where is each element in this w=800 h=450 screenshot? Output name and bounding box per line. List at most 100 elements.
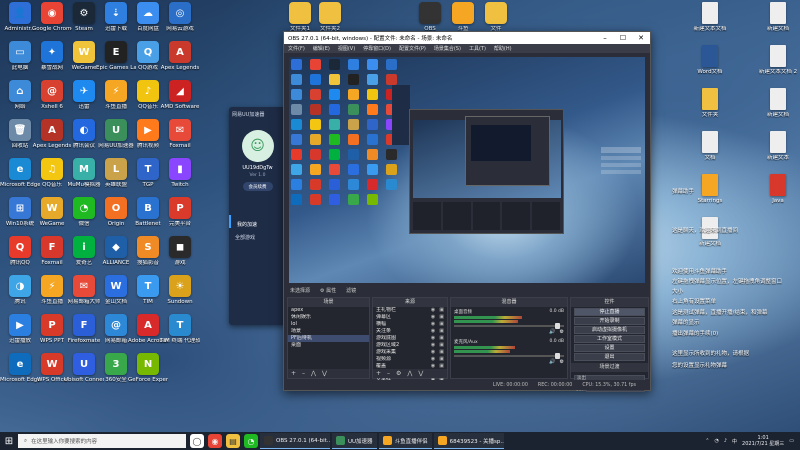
source-item[interactable]: 游戏区域2 ◉ ▣ [373, 342, 447, 349]
menu-item[interactable]: 文件(F) [288, 45, 305, 52]
add-source-icon[interactable]: + [376, 370, 381, 377]
desktop-icon[interactable]: 文档 [690, 131, 730, 162]
volume-slider[interactable] [454, 323, 564, 329]
wechat-icon[interactable]: ◔ [244, 434, 258, 448]
speaker-icon[interactable]: 🔊 [549, 359, 555, 365]
control-button[interactable]: 停止直播 [574, 308, 645, 316]
clock[interactable]: 1:01 2021/7/21 星期三 [742, 435, 784, 447]
obs-preview[interactable] [289, 57, 645, 283]
visibility-eye-icon[interactable]: ◉ [431, 356, 435, 363]
desktop-icon[interactable]: 文件 [476, 2, 516, 33]
source-item[interactable]: 弹幕区 ◉ ▣ [373, 314, 447, 321]
file-explorer-icon[interactable]: ▤ [226, 434, 240, 448]
gear-icon[interactable]: ⚙ [560, 359, 564, 365]
scene-item[interactable]: 休闲娱乐 [288, 314, 369, 321]
gear-icon[interactable]: ⚙ [560, 329, 564, 335]
uu-renew-button[interactable]: 会员续费 [242, 182, 273, 191]
lock-icon[interactable]: ▣ [439, 328, 444, 335]
visibility-eye-icon[interactable]: ◉ [431, 321, 435, 328]
volume-slider[interactable] [454, 353, 564, 359]
network-icon[interactable]: ◔ [714, 438, 718, 444]
desktop-icon[interactable]: ✉ Foxmail [160, 119, 200, 150]
visibility-eye-icon[interactable]: ◉ [431, 342, 435, 349]
desktop-icon[interactable]: Starrings [690, 174, 730, 205]
add-scene-icon[interactable]: + [291, 370, 296, 377]
chrome-icon[interactable]: ◉ [208, 434, 222, 448]
obs-window[interactable]: OBS 27.0.1 (64-bit, windows) - 配置文件: 未命名… [283, 31, 651, 392]
uu-nav-all-games[interactable]: 全部游戏 [229, 228, 286, 241]
volume-icon[interactable]: ♪ [724, 438, 727, 444]
taskbar-app[interactable]: 68439523 - 关播sp... [433, 433, 504, 449]
menu-item[interactable]: 场景集合(S) [434, 45, 461, 52]
menu-item[interactable]: 停靠窗口(D) [363, 45, 391, 52]
maximize-icon[interactable]: ☐ [614, 34, 632, 42]
lock-icon[interactable]: ▣ [439, 356, 444, 363]
scene-item[interactable]: PF后待机 [288, 335, 369, 342]
move-up-icon[interactable]: ⋀ [407, 370, 412, 377]
lock-icon[interactable]: ▣ [439, 335, 444, 342]
properties-button[interactable]: ⚙ 属性 [320, 287, 336, 294]
source-item[interactable]: 视频源 ◉ ▣ [373, 356, 447, 363]
menu-item[interactable]: 帮助(H) [494, 45, 512, 52]
desktop-icon[interactable]: T TIM 终端 代理软件 [160, 314, 200, 345]
taskbar-app[interactable]: UU加速器 [332, 433, 377, 449]
lock-icon[interactable]: ▣ [439, 349, 444, 356]
source-item[interactable]: 主礼物栏 ◉ ▣ [373, 307, 447, 314]
taskbar-search-input[interactable]: ⌕ 在这里输入你要搜索的内容 [18, 434, 186, 448]
visibility-eye-icon[interactable]: ◉ [431, 314, 435, 321]
notification-icon[interactable]: ▭ [789, 438, 794, 444]
desktop-icon[interactable]: 文件夹 [690, 88, 730, 119]
windows-start-icon[interactable]: ⊞ [0, 432, 18, 450]
control-button[interactable]: 启动虚拟摄像机 [574, 326, 645, 334]
taskbar-app[interactable]: OBS 27.0.1 (64-bit... [260, 433, 330, 449]
scene-item[interactable]: lol [288, 321, 369, 328]
desktop-icon[interactable]: ◎ 网易云游戏 [160, 2, 200, 33]
visibility-eye-icon[interactable]: ◉ [431, 307, 435, 314]
lock-icon[interactable]: ▣ [439, 321, 444, 328]
lock-icon[interactable]: ▣ [439, 314, 444, 321]
taskbar-app[interactable]: 斗鱼直播伴侣 [378, 433, 432, 449]
desktop-icon[interactable]: Word文档 [690, 45, 730, 76]
minimize-icon[interactable]: – [596, 34, 614, 42]
control-button[interactable]: 工作室模式 [574, 335, 645, 343]
source-item[interactable]: 游戏底图 ◉ ▣ [373, 335, 447, 342]
control-button[interactable]: 设置 [574, 344, 645, 352]
obs-titlebar[interactable]: OBS 27.0.1 (64-bit, windows) - 配置文件: 未命名… [284, 32, 650, 44]
desktop-icon[interactable]: ◢ AMD Software [160, 80, 200, 111]
visibility-eye-icon[interactable]: ◉ [431, 349, 435, 356]
menu-item[interactable]: 配置文件(P) [399, 45, 426, 52]
source-settings-icon[interactable]: ⚙ [396, 370, 401, 377]
desktop-icon[interactable]: 新建文本文档 [690, 2, 730, 33]
menu-item[interactable]: 工具(T) [469, 45, 486, 52]
desktop-icon[interactable]: 文件夹2 [310, 2, 350, 33]
menu-item[interactable]: 视图(V) [338, 45, 355, 52]
move-up-icon[interactable]: ⋀ [311, 370, 316, 377]
desktop-icon[interactable]: P 完美平台 [160, 197, 200, 228]
desktop-icon[interactable]: A Apex Legends [160, 41, 200, 72]
lock-icon[interactable]: ▣ [439, 342, 444, 349]
filters-button[interactable]: 滤镜 [346, 287, 356, 294]
task-view-icon[interactable]: ◯ [190, 434, 204, 448]
desktop-icon[interactable]: ☀ Sundown [160, 275, 200, 306]
desktop-icon[interactable]: 新建文档 [758, 2, 798, 33]
desktop-icon[interactable]: ◼ 游戏 [160, 236, 200, 267]
speaker-icon[interactable]: 🔊 [549, 329, 555, 335]
ime-indicator[interactable]: 中 [732, 438, 737, 445]
source-item[interactable]: 横幅 ◉ ▣ [373, 321, 447, 328]
menu-item[interactable]: 编辑(E) [313, 45, 330, 52]
desktop-icon[interactable]: 新建文档 [758, 88, 798, 119]
desktop-icon[interactable]: 新建文本文档 2 [758, 45, 798, 76]
uu-avatar[interactable]: ☺ [241, 130, 274, 162]
control-button[interactable]: 开始录制 [574, 317, 645, 325]
source-item[interactable]: 关注条 ◉ ▣ [373, 328, 447, 335]
uu-accelerator-window[interactable]: 网易UU加速器 ☺ UU19dDgTw Ver 1.0 会员续费 我的加速 全部… [229, 107, 286, 325]
control-button[interactable]: 退出 [574, 353, 645, 361]
visibility-eye-icon[interactable]: ◉ [431, 335, 435, 342]
scene-item[interactable]: 桌面 [288, 342, 369, 349]
uu-nav-my-boost[interactable]: 我的加速 [229, 215, 286, 228]
desktop-icon[interactable]: Java [758, 174, 798, 205]
lock-icon[interactable]: ▣ [439, 307, 444, 314]
move-down-icon[interactable]: ⋁ [418, 370, 423, 377]
remove-source-icon[interactable]: – [387, 370, 390, 377]
desktop-icon[interactable]: 新建文本 [758, 131, 798, 162]
